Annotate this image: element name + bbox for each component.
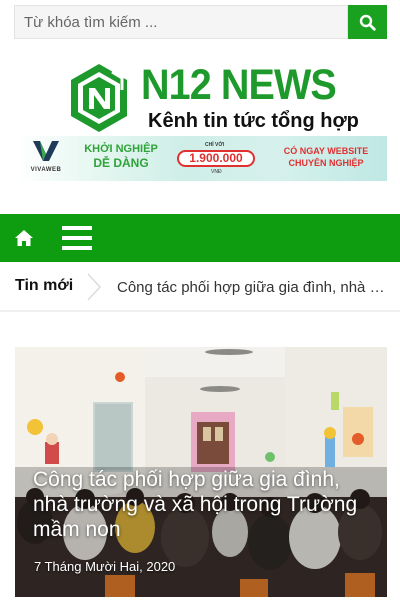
search-icon <box>359 14 376 31</box>
ticker-headline-link[interactable]: Công tác phối hợp giữa gia đình, nhà trư… <box>117 279 387 296</box>
price-pill: 1.900.000 <box>177 150 255 167</box>
vivaweb-logo-icon <box>33 141 59 161</box>
home-icon[interactable] <box>14 228 34 248</box>
site-logo[interactable]: N12 NEWS Kênh tin tức tổng hợp <box>68 61 359 135</box>
featured-article-title[interactable]: Công tác phối hợp giữa gia đình, nhà trư… <box>33 467 373 542</box>
ticker-label: Tin mới <box>15 277 74 294</box>
banner-price: CHỈ VỚI 1.900.000 VNĐ <box>175 140 257 176</box>
search-button[interactable] <box>348 5 387 39</box>
ad-banner[interactable]: VIVAWEB KHỞI NGHIỆP DỄ DÀNG CHỈ VỚI 1.90… <box>17 136 387 181</box>
search-input[interactable] <box>14 5 348 39</box>
news-ticker: Tin mới Công tác phối hợp giữa gia đình,… <box>0 262 400 312</box>
banner-right-text: CÓ NGAY WEBSITE CHUYÊN NGHIỆP <box>283 146 369 168</box>
search-bar <box>14 5 387 39</box>
banner-left-text: KHỞI NGHIỆP DỄ DÀNG <box>84 143 158 170</box>
logo-tagline: Kênh tin tức tổng hợp <box>148 110 359 132</box>
logo-title: N12 NEWS <box>141 61 337 109</box>
hamburger-menu-icon[interactable] <box>62 225 92 251</box>
banner-brand: VIVAWEB <box>26 140 66 173</box>
featured-article-date: 7 Tháng Mười Hai, 2020 <box>34 559 176 574</box>
chevron-right-icon <box>87 273 102 301</box>
main-navbar <box>0 214 400 262</box>
logo-hexagon-icon <box>71 64 127 132</box>
featured-article[interactable]: Công tác phối hợp giữa gia đình, nhà trư… <box>15 347 387 597</box>
